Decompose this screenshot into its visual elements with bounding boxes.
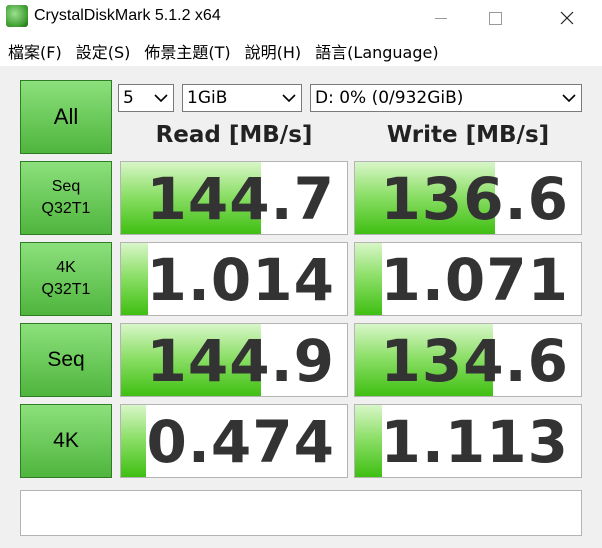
seq-q32t1-button[interactable]: Seq Q32T1: [20, 161, 112, 235]
window-title: CrystalDiskMark 5.1.2 x64: [34, 7, 221, 24]
chevron-down-icon: [154, 94, 168, 103]
title-bar[interactable]: CrystalDiskMark 5.1.2 x64: [0, 0, 602, 36]
result-value: 144.9: [146, 327, 335, 395]
result-value: 1.014: [146, 246, 335, 314]
result-value: 1.071: [380, 246, 569, 314]
result-bar: [355, 405, 383, 477]
result-value: 136.6: [380, 165, 569, 233]
minimize-icon: [435, 17, 447, 19]
test-count-select[interactable]: 5: [118, 84, 174, 112]
menu-file[interactable]: 檔案(F): [0, 39, 68, 63]
result-value: 0.474: [146, 408, 335, 476]
menu-bar: 檔案(F) 設定(S) 佈景主題(T) 說明(H) 語言(Language): [0, 36, 602, 66]
all-button[interactable]: All: [20, 80, 112, 154]
comment-field[interactable]: [20, 490, 582, 536]
write-column-header: Write [MB/s]: [386, 122, 550, 148]
4k-q32t1-button[interactable]: 4K Q32T1: [20, 242, 112, 316]
seq-read-result: 144.9: [120, 323, 348, 397]
read-column-header: Read [MB/s]: [155, 122, 313, 148]
menu-theme[interactable]: 佈景主題(T): [136, 39, 236, 63]
4k-q32t1-write-result: 1.071: [354, 242, 582, 316]
result-value: 134.6: [380, 327, 569, 395]
chevron-down-icon: [562, 94, 576, 103]
4k-read-result: 0.474: [120, 404, 348, 478]
chevron-down-icon: [282, 94, 296, 103]
seq-q32t1-read-result: 144.7: [120, 161, 348, 235]
test-count-value: 5: [123, 88, 134, 108]
result-bar: [121, 243, 149, 315]
4k-write-result: 1.113: [354, 404, 582, 478]
crystaldiskmark-window: CrystalDiskMark 5.1.2 x64 檔案(F) 設定(S) 佈景…: [0, 0, 602, 548]
result-bar: [121, 405, 146, 477]
test-size-select[interactable]: 1GiB: [182, 84, 302, 112]
seq-write-result: 134.6: [354, 323, 582, 397]
seq-q32t1-write-result: 136.6: [354, 161, 582, 235]
menu-settings[interactable]: 設定(S): [68, 39, 137, 63]
close-button[interactable]: [544, 0, 590, 36]
test-size-value: 1GiB: [187, 88, 228, 108]
menu-language[interactable]: 語言(Language): [307, 39, 444, 63]
app-icon: [6, 5, 28, 27]
drive-value: D: 0% (0/932GiB): [315, 88, 464, 108]
result-value: 144.7: [146, 165, 335, 233]
seq-button[interactable]: Seq: [20, 323, 112, 397]
maximize-button[interactable]: [472, 0, 518, 36]
result-bar: [355, 243, 383, 315]
drive-select[interactable]: D: 0% (0/932GiB): [310, 84, 582, 112]
close-icon: [560, 11, 574, 25]
menu-help[interactable]: 說明(H): [237, 39, 308, 63]
minimize-button[interactable]: [418, 0, 464, 36]
result-value: 1.113: [380, 408, 569, 476]
maximize-icon: [488, 11, 502, 25]
4k-button[interactable]: 4K: [20, 404, 112, 478]
4k-q32t1-read-result: 1.014: [120, 242, 348, 316]
